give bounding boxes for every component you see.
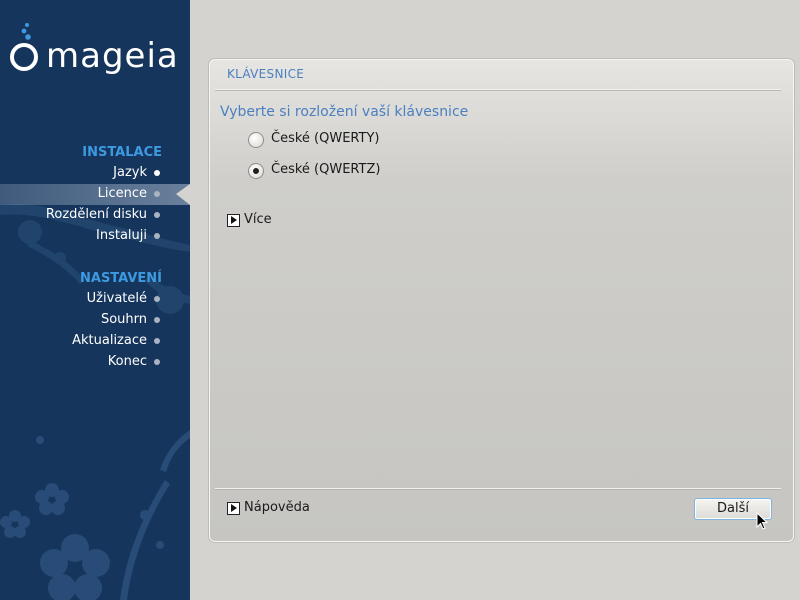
footer-divider-shadow (215, 489, 781, 490)
mouse-pointer-icon (756, 512, 768, 530)
step-dot-icon (154, 233, 160, 239)
sidebar-item-updates: Aktualizace (0, 331, 190, 352)
page-title: KLÁVESNICE (227, 67, 305, 81)
keyboard-panel: KLÁVESNICE Vyberte si rozložení vaší klá… (209, 59, 794, 542)
radio-option-qwerty[interactable]: České (QWERTY) (248, 130, 408, 150)
step-dot-icon (154, 317, 160, 323)
triangle-right-icon[interactable] (227, 502, 240, 515)
sidebar-item-label: Konec (107, 354, 147, 369)
sidebar-item-summary: Souhrn (0, 310, 190, 331)
active-pointer-icon (176, 184, 190, 205)
sidebar-item-finish: Konec (0, 352, 190, 373)
step-dot-icon (154, 359, 160, 365)
sidebar: mageia INSTALACE Jazyk Licence Rozdělení… (0, 0, 190, 600)
radio-button-checked[interactable] (248, 163, 264, 179)
sidebar-item-label: Aktualizace (72, 333, 147, 348)
step-dot-icon (154, 170, 160, 176)
sidebar-item-license: Licence (0, 184, 190, 205)
step-dot-icon (154, 212, 160, 218)
radio-option-qwertz[interactable]: České (QWERTZ) (248, 161, 408, 181)
layout-question: Vyberte si rozložení vaší klávesnice (220, 104, 469, 120)
sidebar-item-label: Licence (97, 186, 147, 201)
radio-label[interactable]: České (QWERTY) (271, 131, 379, 146)
section-title-installation: INSTALACE (82, 145, 162, 160)
step-dot-icon (154, 338, 160, 344)
sidebar-item-label: Uživatelé (86, 291, 147, 306)
sidebar-item-label: Souhrn (100, 312, 147, 327)
step-dot-icon (154, 191, 160, 197)
more-expander[interactable]: Více (227, 212, 297, 230)
sidebar-item-label: Instaluji (96, 228, 147, 243)
sidebar-item-label: Rozdělení disku (45, 207, 147, 222)
radio-label[interactable]: České (QWERTZ) (271, 162, 380, 177)
sidebar-item-language: Jazyk (0, 163, 190, 184)
logo-text: mageia (46, 36, 179, 76)
sidebar-item-partitioning: Rozdělení disku (0, 205, 190, 226)
step-dot-icon (154, 296, 160, 302)
sidebar-item-label: Jazyk (113, 165, 147, 180)
header-divider-shadow (215, 90, 781, 91)
sidebar-item-users: Uživatelé (0, 289, 190, 310)
radio-button[interactable] (248, 132, 264, 148)
section-title-settings: NASTAVENÍ (80, 271, 162, 286)
more-label[interactable]: Více (244, 212, 272, 227)
triangle-right-icon[interactable] (227, 214, 240, 227)
help-label[interactable]: Nápověda (244, 500, 310, 515)
sidebar-item-installing: Instaluji (0, 226, 190, 247)
help-expander[interactable]: Nápověda (227, 500, 327, 518)
